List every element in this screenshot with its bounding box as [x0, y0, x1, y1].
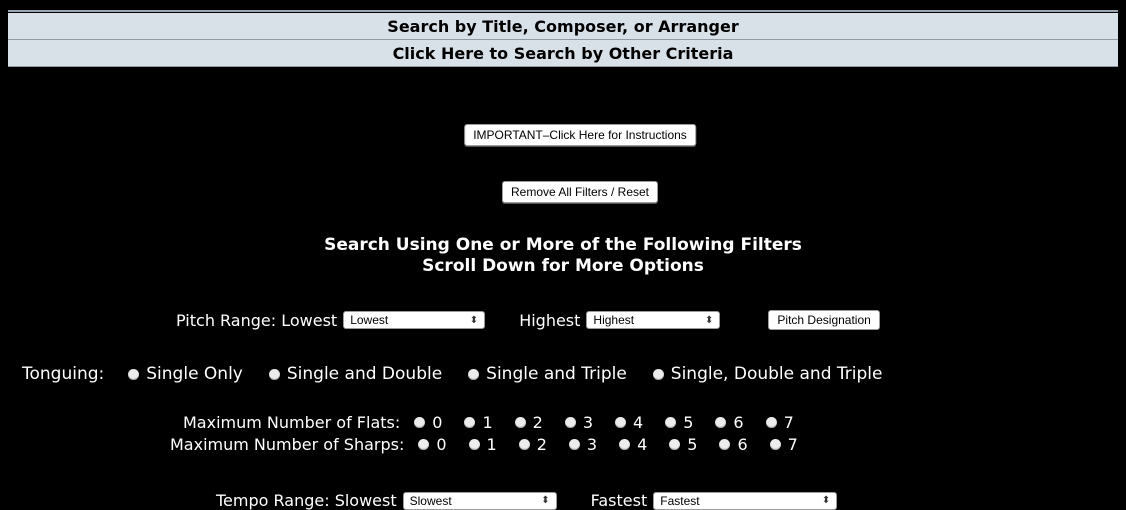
filters-heading-line2: Scroll Down for More Options [422, 256, 704, 276]
pitch-designation-button[interactable]: Pitch Designation [768, 310, 880, 330]
sharps-option[interactable]: 4 [619, 435, 647, 454]
radio-icon [615, 417, 626, 428]
flats-row: Maximum Number of Flats: 0 1 2 3 4 5 6 7 [183, 413, 794, 432]
tonguing-option-label: Single, Double and Triple [670, 364, 883, 384]
sharps-option-label: 7 [787, 435, 798, 454]
radio-icon [769, 439, 781, 450]
pitch-designation-label: Pitch Designation [777, 313, 871, 327]
radio-icon [568, 439, 580, 450]
select-arrows-icon: ⬍ [705, 314, 714, 326]
lowest-pitch-select[interactable]: Lowest ⬍ [343, 311, 486, 329]
radio-icon [652, 368, 664, 380]
fastest-tempo-select[interactable]: Fastest ⬍ [653, 491, 838, 510]
sharps-option[interactable]: 5 [669, 435, 697, 454]
flats-label: Maximum Number of Flats: [183, 413, 401, 432]
radio-icon [468, 368, 480, 380]
radio-icon [669, 439, 681, 450]
tempo-range-row: Tempo Range: Slowest Slowest ⬍ Fastest F… [216, 491, 838, 510]
lowest-pitch-value: Lowest [350, 313, 389, 327]
sharps-option[interactable]: 1 [468, 435, 497, 454]
radio-icon [518, 439, 530, 450]
slowest-tempo-value: Slowest [409, 493, 452, 508]
flats-option[interactable]: 5 [665, 413, 693, 432]
flats-option-label: 5 [683, 413, 694, 432]
other-criteria-bar[interactable]: Click Here to Search by Other Criteria [8, 40, 1118, 67]
pitch-range-label: Pitch Range: Lowest [176, 310, 338, 330]
sharps-option-label: 2 [536, 435, 547, 454]
highest-pitch-select[interactable]: Highest ⬍ [586, 311, 721, 329]
select-arrows-icon: ⬍ [469, 314, 479, 326]
flats-option[interactable]: 7 [765, 413, 794, 432]
flats-option[interactable]: 1 [464, 413, 493, 432]
radio-icon [414, 417, 426, 428]
filters-subheading: Scroll Down for More Options [0, 256, 1126, 276]
tonguing-label: Tonguing: [22, 364, 105, 384]
top-rule [8, 10, 1118, 12]
sharps-option[interactable]: 6 [719, 435, 748, 454]
flats-option-label: 0 [432, 413, 443, 432]
other-criteria-label: Click Here to Search by Other Criteria [392, 43, 734, 63]
sharps-option[interactable]: 2 [518, 435, 547, 454]
sharps-option-label: 6 [737, 435, 748, 454]
radio-icon [128, 368, 140, 380]
slowest-tempo-select[interactable]: Slowest ⬍ [402, 491, 557, 510]
highest-pitch-label: Highest [519, 310, 581, 330]
radio-icon [765, 417, 777, 428]
fastest-tempo-label: Fastest [590, 491, 648, 510]
flats-option[interactable]: 4 [615, 413, 643, 432]
flats-option-label: 6 [733, 413, 744, 432]
tonguing-option-label: Single Only [146, 364, 243, 384]
sharps-row: Maximum Number of Sharps: 0 1 2 3 4 5 6 … [170, 435, 798, 454]
tonguing-option-label: Single and Triple [486, 364, 627, 384]
radio-icon [564, 417, 576, 428]
sharps-label: Maximum Number of Sharps: [170, 435, 405, 454]
tonguing-option[interactable]: Single and Double [268, 364, 443, 384]
filters-heading-line1: Search Using One or More of the Followin… [324, 235, 802, 255]
flats-option[interactable]: 6 [715, 413, 744, 432]
flats-option[interactable]: 2 [514, 413, 543, 432]
radio-icon [464, 417, 476, 428]
flats-option[interactable]: 3 [564, 413, 593, 432]
instructions-button-label: IMPORTANT–Click Here for Instructions [473, 128, 687, 142]
sharps-option-label: 1 [486, 435, 497, 454]
flats-option-label: 3 [582, 413, 593, 432]
reset-button[interactable]: Remove All Filters / Reset [501, 181, 659, 203]
flats-option[interactable]: 0 [414, 413, 442, 432]
reset-button-label: Remove All Filters / Reset [510, 185, 650, 199]
flats-option-label: 2 [532, 413, 543, 432]
select-arrows-icon: ⬍ [541, 495, 550, 506]
tonguing-option[interactable]: Single Only [128, 364, 243, 384]
search-title-bar[interactable]: Search by Title, Composer, or Arranger [8, 13, 1118, 40]
radio-icon [514, 417, 526, 428]
sharps-option[interactable]: 0 [418, 435, 447, 454]
sharps-option-label: 4 [637, 435, 648, 454]
radio-icon [719, 439, 731, 450]
search-title-label: Search by Title, Composer, or Arranger [387, 16, 739, 36]
fastest-tempo-value: Fastest [660, 493, 700, 508]
radio-icon [665, 417, 677, 428]
flats-option-label: 4 [633, 413, 644, 432]
tonguing-option[interactable]: Single and Triple [468, 364, 627, 384]
radio-icon [418, 439, 430, 450]
flats-option-label: 7 [783, 413, 794, 432]
sharps-option[interactable]: 7 [769, 435, 798, 454]
instructions-button[interactable]: IMPORTANT–Click Here for Instructions [464, 124, 696, 146]
sharps-option-label: 3 [586, 435, 598, 454]
highest-pitch-value: Highest [593, 313, 635, 327]
sharps-option-label: 5 [687, 435, 698, 454]
tempo-range-label: Tempo Range: Slowest [216, 491, 397, 510]
radio-icon [268, 368, 280, 380]
radio-icon [468, 439, 480, 450]
sharps-option-label: 0 [436, 435, 447, 454]
filters-heading: Search Using One or More of the Followin… [0, 235, 1126, 255]
sharps-option[interactable]: 3 [568, 435, 598, 454]
select-arrows-icon: ⬍ [821, 495, 831, 506]
tonguing-row: Tonguing: Single Only Single and Double … [22, 364, 882, 384]
radio-icon [619, 439, 631, 450]
tonguing-option[interactable]: Single, Double and Triple [652, 364, 883, 384]
radio-icon [715, 417, 727, 428]
flats-option-label: 1 [482, 413, 493, 432]
tonguing-option-label: Single and Double [286, 364, 443, 384]
pitch-range-row: Pitch Range: Lowest Lowest ⬍ Highest Hig… [176, 310, 880, 330]
